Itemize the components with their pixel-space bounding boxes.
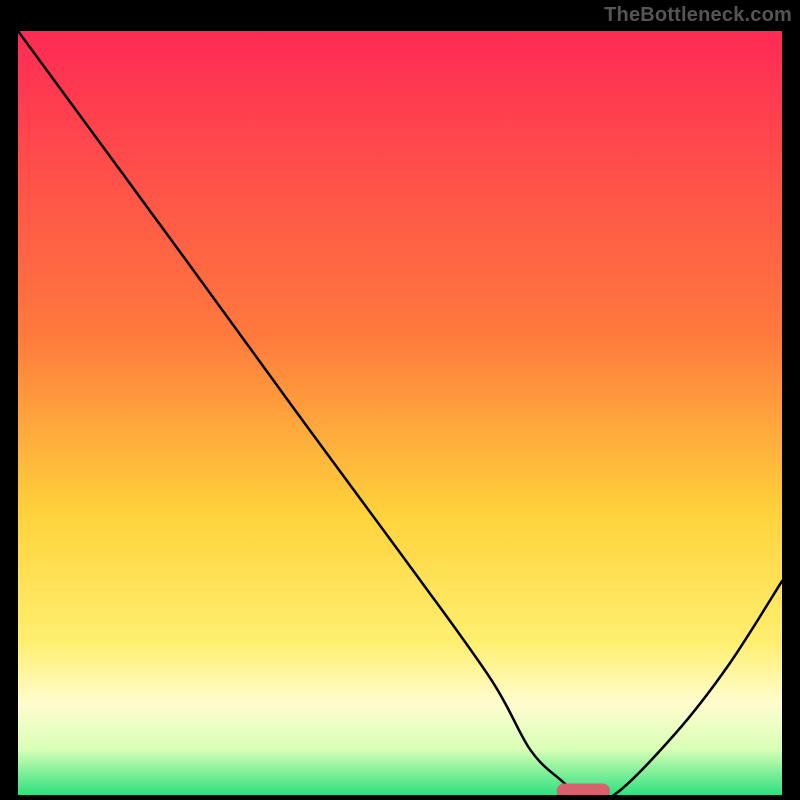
chart-root: TheBottleneck.com <box>0 0 800 800</box>
watermark-text: TheBottleneck.com <box>604 4 792 27</box>
optimal-marker <box>557 784 610 795</box>
gradient-background <box>18 31 782 795</box>
chart-svg <box>18 31 782 795</box>
plot-area <box>18 31 782 795</box>
